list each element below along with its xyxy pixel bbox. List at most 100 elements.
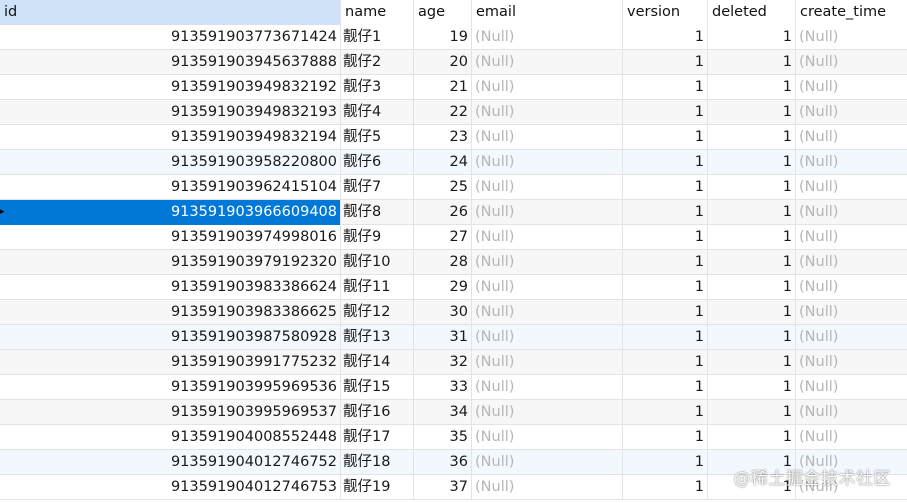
cell-id[interactable]: 913591903987580928 bbox=[0, 325, 341, 350]
cell-age[interactable]: 35 bbox=[414, 425, 472, 450]
cell-age[interactable]: 22 bbox=[414, 100, 472, 125]
table-row[interactable]: 913591904012746752 靓仔18 36 (Null) 1 1 (Null) bbox=[0, 450, 907, 475]
cell-deleted[interactable]: 1 bbox=[708, 400, 796, 425]
cell-email[interactable]: (Null) bbox=[472, 75, 623, 100]
cell-create-time[interactable]: (Null) bbox=[796, 150, 907, 175]
cell-deleted[interactable]: 1 bbox=[708, 150, 796, 175]
table-row[interactable]: 913591903962415104 靓仔7 25 (Null) 1 1 (Null) bbox=[0, 175, 907, 200]
cell-version[interactable]: 1 bbox=[623, 450, 708, 475]
cell-age[interactable]: 25 bbox=[414, 175, 472, 200]
cell-create-time[interactable]: (Null) bbox=[796, 250, 907, 275]
cell-name[interactable]: 靓仔4 bbox=[341, 100, 414, 125]
cell-deleted[interactable]: 1 bbox=[708, 250, 796, 275]
cell-email[interactable]: (Null) bbox=[472, 350, 623, 375]
cell-create-time[interactable]: (Null) bbox=[796, 325, 907, 350]
cell-email[interactable]: (Null) bbox=[472, 300, 623, 325]
data-grid[interactable]: id name age email version deleted create… bbox=[0, 0, 907, 503]
cell-id[interactable]: 913591903979192320 bbox=[0, 250, 341, 275]
cell-age[interactable]: 20 bbox=[414, 50, 472, 75]
cell-email[interactable]: (Null) bbox=[472, 25, 623, 50]
table-row[interactable]: 913591903949832193 靓仔4 22 (Null) 1 1 (Null) bbox=[0, 100, 907, 125]
cell-id[interactable]: 913591904012746752 bbox=[0, 450, 341, 475]
cell-email[interactable]: (Null) bbox=[472, 225, 623, 250]
cell-deleted[interactable]: 1 bbox=[708, 125, 796, 150]
cell-create-time[interactable]: (Null) bbox=[796, 175, 907, 200]
cell-deleted[interactable]: 1 bbox=[708, 50, 796, 75]
cell-version[interactable]: 1 bbox=[623, 325, 708, 350]
cell-name[interactable]: 靓仔11 bbox=[341, 275, 414, 300]
cell-create-time[interactable]: (Null) bbox=[796, 375, 907, 400]
table-row[interactable]: 913591903995969536 靓仔15 33 (Null) 1 1 (Null) bbox=[0, 375, 907, 400]
table-row[interactable]: 913591904012746753 靓仔19 37 (Null) 1 1 (Null) bbox=[0, 475, 907, 500]
cell-id[interactable]: 913591903983386624 bbox=[0, 275, 341, 300]
cell-id[interactable]: 913591903949832194 bbox=[0, 125, 341, 150]
cell-age[interactable]: 29 bbox=[414, 275, 472, 300]
cell-name[interactable]: 靓仔3 bbox=[341, 75, 414, 100]
cell-create-time[interactable]: (Null) bbox=[796, 400, 907, 425]
cell-create-time[interactable]: (Null) bbox=[796, 225, 907, 250]
cell-age[interactable]: 26 bbox=[414, 200, 472, 225]
table-row[interactable]: 913591903987580928 靓仔13 31 (Null) 1 1 (Null) bbox=[0, 325, 907, 350]
cell-version[interactable]: 1 bbox=[623, 300, 708, 325]
column-header-name[interactable]: name bbox=[341, 0, 414, 25]
cell-name[interactable]: 靓仔2 bbox=[341, 50, 414, 75]
cell-age[interactable]: 33 bbox=[414, 375, 472, 400]
cell-id[interactable]: 913591904012746753 bbox=[0, 475, 341, 500]
column-header-create-time[interactable]: create_time bbox=[796, 0, 907, 25]
cell-deleted[interactable]: 1 bbox=[708, 300, 796, 325]
cell-create-time[interactable]: (Null) bbox=[796, 75, 907, 100]
cell-deleted[interactable]: 1 bbox=[708, 100, 796, 125]
cell-id[interactable]: 913591903773671424 bbox=[0, 25, 341, 50]
table-row[interactable]: 913591903949832192 靓仔3 21 (Null) 1 1 (Null) bbox=[0, 75, 907, 100]
cell-deleted[interactable]: 1 bbox=[708, 475, 796, 500]
cell-name[interactable]: 靓仔12 bbox=[341, 300, 414, 325]
cell-age[interactable]: 19 bbox=[414, 25, 472, 50]
cell-name[interactable]: 靓仔5 bbox=[341, 125, 414, 150]
cell-create-time[interactable]: (Null) bbox=[796, 425, 907, 450]
cell-email[interactable]: (Null) bbox=[472, 425, 623, 450]
table-row[interactable]: 913591903983386625 靓仔12 30 (Null) 1 1 (Null) bbox=[0, 300, 907, 325]
cell-id[interactable]: 913591903949832192 bbox=[0, 75, 341, 100]
cell-create-time[interactable]: (Null) bbox=[796, 350, 907, 375]
cell-age[interactable]: 27 bbox=[414, 225, 472, 250]
cell-email[interactable]: (Null) bbox=[472, 175, 623, 200]
cell-name[interactable]: 靓仔1 bbox=[341, 25, 414, 50]
cell-version[interactable]: 1 bbox=[623, 75, 708, 100]
cell-id[interactable]: 913591903966609408 bbox=[0, 200, 341, 225]
table-row[interactable]: 913591903966609408 靓仔8 26 (Null) 1 1 (Null) ▸ bbox=[0, 200, 907, 225]
cell-age[interactable]: 23 bbox=[414, 125, 472, 150]
cell-version[interactable]: 1 bbox=[623, 275, 708, 300]
cell-email[interactable]: (Null) bbox=[472, 150, 623, 175]
cell-deleted[interactable]: 1 bbox=[708, 275, 796, 300]
cell-create-time[interactable]: (Null) bbox=[796, 200, 907, 225]
cell-version[interactable]: 1 bbox=[623, 175, 708, 200]
cell-name[interactable]: 靓仔15 bbox=[341, 375, 414, 400]
cell-version[interactable]: 1 bbox=[623, 400, 708, 425]
cell-id[interactable]: 913591903995969536 bbox=[0, 375, 341, 400]
cell-create-time[interactable]: (Null) bbox=[796, 50, 907, 75]
cell-name[interactable]: 靓仔9 bbox=[341, 225, 414, 250]
cell-name[interactable]: 靓仔13 bbox=[341, 325, 414, 350]
cell-create-time[interactable]: (Null) bbox=[796, 450, 907, 475]
table-row[interactable]: 913591903979192320 靓仔10 28 (Null) 1 1 (Null) bbox=[0, 250, 907, 275]
cell-version[interactable]: 1 bbox=[623, 225, 708, 250]
cell-deleted[interactable]: 1 bbox=[708, 225, 796, 250]
table-row[interactable]: 913591903949832194 靓仔5 23 (Null) 1 1 (Null) bbox=[0, 125, 907, 150]
cell-version[interactable]: 1 bbox=[623, 475, 708, 500]
cell-deleted[interactable]: 1 bbox=[708, 350, 796, 375]
cell-name[interactable]: 靓仔18 bbox=[341, 450, 414, 475]
cell-deleted[interactable]: 1 bbox=[708, 175, 796, 200]
cell-name[interactable]: 靓仔17 bbox=[341, 425, 414, 450]
table-row[interactable]: 913591903983386624 靓仔11 29 (Null) 1 1 (Null) bbox=[0, 275, 907, 300]
column-header-age[interactable]: age bbox=[414, 0, 472, 25]
column-header-email[interactable]: email bbox=[472, 0, 623, 25]
cell-id[interactable]: 913591903974998016 bbox=[0, 225, 341, 250]
cell-version[interactable]: 1 bbox=[623, 425, 708, 450]
table-row[interactable]: 913591903958220800 靓仔6 24 (Null) 1 1 (Null) bbox=[0, 150, 907, 175]
column-header-id[interactable]: id bbox=[0, 0, 341, 25]
cell-name[interactable]: 靓仔6 bbox=[341, 150, 414, 175]
cell-deleted[interactable]: 1 bbox=[708, 325, 796, 350]
cell-create-time[interactable]: (Null) bbox=[796, 275, 907, 300]
cell-age[interactable]: 37 bbox=[414, 475, 472, 500]
cell-email[interactable]: (Null) bbox=[472, 375, 623, 400]
